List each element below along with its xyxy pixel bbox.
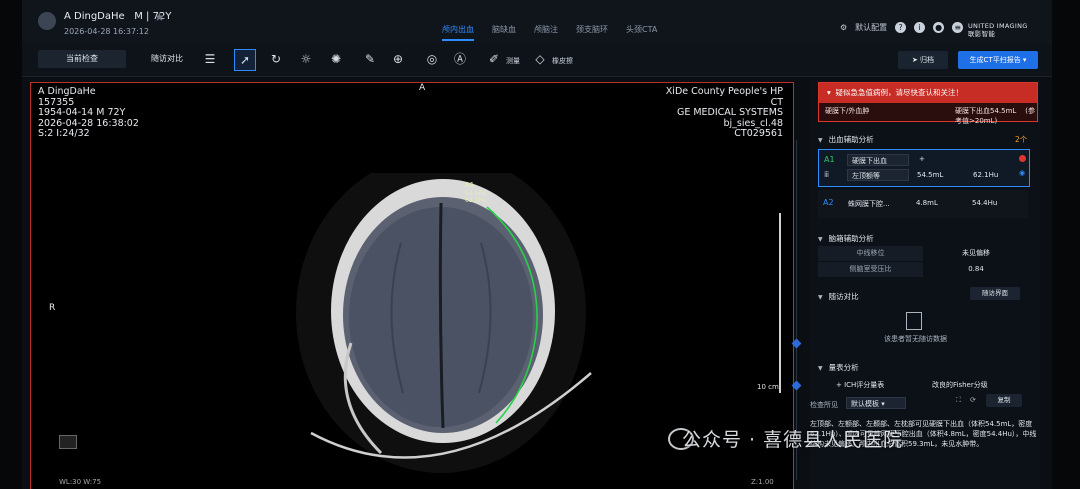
measure-icon[interactable]: ✐ <box>484 49 504 69</box>
followup-section-header[interactable]: ▼ 随访对比 <box>818 291 859 302</box>
brain-metrics-table: 中线移位 未见偏移 侧脑室受压比 0.84 <box>818 246 1028 277</box>
favorite-star-icon[interactable]: ★ <box>154 10 165 24</box>
locate-icon[interactable]: ◉ <box>1019 169 1025 177</box>
pointer-icon[interactable]: ➚ <box>234 49 256 71</box>
alert-title: ▾ 疑似急急值病例，请尽快查认和关注！ <box>819 83 1037 103</box>
layout-icon[interactable] <box>59 435 77 449</box>
refresh-icon[interactable]: ⟳ <box>970 396 976 404</box>
overlay-device-info: XiDe County People's HP CT GE MEDICAL SY… <box>665 86 783 139</box>
lesion-type: 蛛网膜下腔... <box>848 200 890 208</box>
chart-icon[interactable]: ⅲ <box>824 170 829 179</box>
scale-ruler <box>769 213 781 393</box>
roi-volume: 54.5mL <box>465 190 488 197</box>
alert-dot-icon <box>1019 155 1026 162</box>
brain-section-header[interactable]: ▼ 脑箱辅助分析 <box>818 233 874 244</box>
tab-cta[interactable]: 头颈CTA <box>626 24 657 41</box>
lesion-hu: 54.4Hu <box>972 199 998 207</box>
watermark-text: 公众号 · 喜德县人民医院 <box>682 429 904 451</box>
header-actions: ⚙ 默认配置 ? i ● ≡ <box>840 22 964 33</box>
analysis-tabs: 颅内出血 脑缺血 颅脑注 颈支脑环 头颈CTA <box>442 24 657 41</box>
add-icon[interactable]: + <box>919 155 925 163</box>
lesion-volume: 54.5mL <box>917 171 944 179</box>
orientation-right: R <box>49 303 56 313</box>
eraser-icon[interactable]: ◇ <box>530 49 550 69</box>
target-icon[interactable]: ◎ <box>422 49 442 69</box>
archive-button[interactable]: ➤ 归档 <box>898 51 948 69</box>
gear-icon[interactable]: ⚙ <box>840 23 847 32</box>
lesion-a2-row[interactable]: A2 蛛网膜下腔... 4.8mL 54.4Hu <box>818 190 1028 218</box>
lesion-volume: 4.8mL <box>916 199 938 207</box>
measure-label[interactable]: 测量 <box>506 56 520 66</box>
app-window: A DingDaHe M | 72Y ★ 2026-04-28 16:37:12… <box>22 0 1052 489</box>
brand-logo: UNITED IMAGING 联影智能 <box>968 22 1028 38</box>
overlay-patient-info: A DingDaHe 157355 1954-04-14 M 72Y 2026-… <box>38 86 139 139</box>
table-row: 中线移位 未见偏移 <box>818 246 1028 261</box>
score-section-header[interactable]: ▼ 量表分析 <box>818 362 859 373</box>
tab-carotid[interactable]: 颈支脑环 <box>576 24 608 41</box>
orientation-anterior: A <box>419 83 426 93</box>
findings-label: 检查所见 <box>810 401 838 409</box>
brightness-icon[interactable]: ☼ <box>296 49 316 69</box>
scale-label: 10 cm <box>757 383 779 391</box>
generate-report-button[interactable]: 生成CT平扫报告 ▾ <box>958 51 1038 69</box>
contrast-icon[interactable]: ✺ <box>326 49 346 69</box>
roi-label: A1 <box>465 181 474 189</box>
no-data-icon <box>906 312 922 330</box>
lesion-region-select[interactable]: 左顶额等 <box>847 169 909 181</box>
rotate-icon[interactable]: ↻ <box>266 49 286 69</box>
lesion-hu: 62.1Hu <box>973 171 999 179</box>
followup-empty-text: 该患者暂无随访数据 <box>884 335 947 343</box>
patient-avatar <box>38 12 56 30</box>
info-icon[interactable]: i <box>914 22 926 33</box>
menu-icon[interactable]: ≡ <box>952 22 964 33</box>
pen-icon[interactable]: ✎ <box>360 49 380 69</box>
alert-value: 硬膜下出血54.5mL (参考值>20mL) <box>955 107 1035 125</box>
tab-hemorrhage[interactable]: 颅内出血 <box>442 24 474 41</box>
ct-brain-slice[interactable]: A1 54.5mL 62.1Hu <box>291 173 621 473</box>
followup-button[interactable]: 随访界面 <box>970 287 1020 300</box>
critical-alert: ▾ 疑似急急值病例，请尽快查认和关注！ 硬膜下/外血肿 硬膜下出血54.5mL … <box>818 82 1038 125</box>
zoom-level: Z:1.00 <box>751 478 774 486</box>
follow-compare-button[interactable]: 随访对比 <box>132 50 202 68</box>
lesion-tag: A2 <box>823 198 834 207</box>
roi-hu: 62.1Hu <box>465 197 487 204</box>
eraser-label[interactable]: 橡皮擦 <box>552 56 573 66</box>
exam-datetime: 2026-04-28 16:37:12 <box>64 27 149 36</box>
help-icon[interactable]: ? <box>895 22 907 33</box>
current-exam-button[interactable]: 当前检查 <box>38 50 126 68</box>
collapse-icon: ▼ <box>818 236 823 243</box>
window-level: WL:30 W:75 <box>59 478 102 486</box>
collapse-icon: ▼ <box>818 365 823 372</box>
lesion-type-select[interactable]: 硬膜下出血 <box>847 154 909 166</box>
config-label[interactable]: 默认配置 <box>855 22 887 33</box>
template-select[interactable]: 默认模板 ▾ <box>846 397 906 409</box>
bleed-count: 2个 <box>1015 135 1028 144</box>
table-row: 侧脑室受压比 0.84 <box>818 262 1028 277</box>
lesion-a1-row[interactable]: A1 ⅲ 硬膜下出血 + 左顶额等 54.5mL 62.1Hu ◉ <box>818 149 1030 187</box>
fisher-score-link[interactable]: 改良的Fisher分级 <box>932 380 988 390</box>
lesion-tag: A1 <box>824 155 835 164</box>
toolbar: 当前检查 随访对比 ☰ ➚ ↻ ☼ ✺ ✎ ⊕ ◎ Ⓐ ✐ 测量 ◇ 橡皮擦 ➤… <box>22 44 1052 77</box>
list-icon[interactable]: ☰ <box>200 49 220 69</box>
top-header: A DingDaHe M | 72Y ★ 2026-04-28 16:37:12… <box>22 0 1052 45</box>
collapse-icon: ▼ <box>818 294 823 301</box>
collapse-icon: ▼ <box>818 137 823 144</box>
zoom-icon[interactable]: ⊕ <box>388 49 408 69</box>
tab-ischemia[interactable]: 脑缺血 <box>492 24 516 41</box>
ich-score-link[interactable]: + ICH评分量表 <box>836 380 884 390</box>
tab-perfusion[interactable]: 颅脑注 <box>534 24 558 41</box>
ai-icon[interactable]: Ⓐ <box>450 49 470 69</box>
user-icon[interactable]: ● <box>933 22 945 33</box>
alert-type: 硬膜下/外血肿 <box>825 107 870 115</box>
expand-icon[interactable]: ⛶ <box>956 396 961 405</box>
bleed-section-header[interactable]: ▼ 出血辅助分析 <box>818 134 874 145</box>
copy-button[interactable]: 复制 <box>986 394 1022 407</box>
